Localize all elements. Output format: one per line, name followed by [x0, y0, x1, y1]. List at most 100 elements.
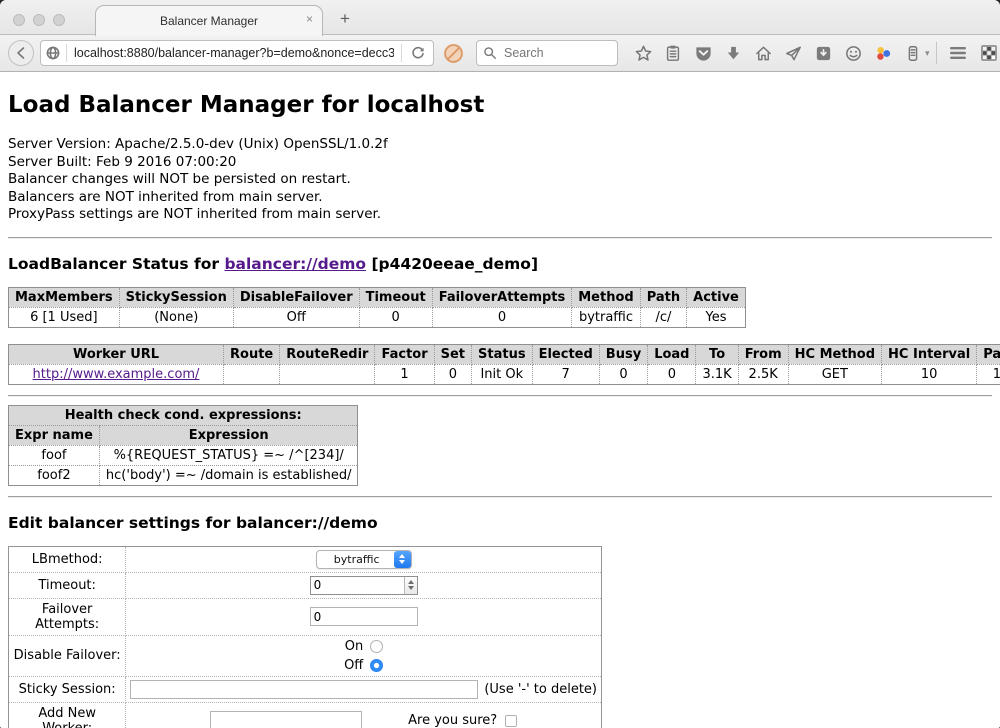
- sticky-session-label: Sticky Session:: [9, 676, 126, 702]
- save-to-device-button[interactable]: [808, 39, 838, 67]
- add-worker-label: Add New Worker:: [9, 702, 126, 728]
- container-extension-button[interactable]: [898, 39, 928, 67]
- edit-balancer-form: LBmethod: bytraffic Timeout:: [8, 546, 602, 728]
- downloads-button[interactable]: [718, 39, 748, 67]
- reading-list-button[interactable]: [658, 39, 688, 67]
- worker-url-link[interactable]: http://www.example.com/: [33, 367, 200, 382]
- table-cell: 0: [432, 307, 572, 327]
- column-header: Active: [687, 287, 746, 307]
- table-cell: 3.1K: [696, 364, 738, 384]
- form-row-disable-failover: Disable Failover: On Off: [9, 635, 602, 676]
- edit-balancer-heading: Edit balancer settings for balancer://de…: [8, 514, 992, 532]
- column-header: From: [738, 344, 788, 364]
- timeout-input[interactable]: [311, 577, 404, 594]
- column-header: RouteRedir: [280, 344, 375, 364]
- form-row-add-worker: Add New Worker: Are you sure?: [9, 702, 602, 728]
- minimize-window-button[interactable]: [33, 14, 45, 26]
- menu-button[interactable]: [942, 39, 974, 67]
- form-row-timeout: Timeout:: [9, 572, 602, 598]
- failover-attempts-input[interactable]: [310, 607, 418, 626]
- number-spinner-icon[interactable]: [404, 577, 417, 594]
- column-header: Passes: [977, 344, 1000, 364]
- column-header: Path: [640, 287, 686, 307]
- timeout-input-wrap: [310, 576, 418, 595]
- failover-attempts-label: Failover Attempts:: [9, 598, 126, 635]
- color-dots-extension-button[interactable]: [868, 39, 898, 67]
- loadbalancer-status-heading: LoadBalancer Status for balancer://demo …: [8, 255, 992, 273]
- table-cell: foof2: [9, 465, 100, 485]
- balancer-demo-link[interactable]: balancer://demo: [224, 255, 366, 273]
- table-cell: 7: [532, 364, 599, 384]
- column-header: HC Interval: [882, 344, 977, 364]
- table-cell: hc('body') =~ /domain is established/: [99, 465, 358, 485]
- clipboard-icon: [664, 44, 682, 62]
- tab-bar: Balancer Manager × +: [0, 0, 1000, 35]
- form-row-lbmethod: LBmethod: bytraffic: [9, 546, 602, 572]
- tab-title: Balancer Manager: [160, 14, 258, 28]
- column-header: Expr name: [9, 425, 100, 445]
- tab-close-icon[interactable]: ×: [306, 13, 313, 25]
- bookmark-star-button[interactable]: [628, 39, 658, 67]
- table-cell: 6 [1 Used]: [9, 307, 120, 327]
- grid-icon: [979, 43, 999, 63]
- search-bar[interactable]: [476, 40, 618, 66]
- table-cell: foof: [9, 445, 100, 465]
- back-button[interactable]: [8, 40, 34, 66]
- url-input[interactable]: [72, 45, 396, 61]
- globe-icon: [45, 45, 61, 61]
- divider: [8, 496, 992, 498]
- health-table-title: Health check cond. expressions:: [9, 405, 358, 425]
- health-check-table: Health check cond. expressions: Expr nam…: [8, 405, 358, 486]
- send-button[interactable]: [778, 39, 808, 67]
- url-bar[interactable]: [40, 40, 434, 66]
- window-controls: [13, 14, 65, 26]
- table-row: foof %{REQUEST_STATUS} =~ /^[234]/: [9, 445, 358, 465]
- smiley-icon: [844, 44, 863, 63]
- table-cell: 0: [648, 364, 696, 384]
- zoom-window-button[interactable]: [53, 14, 65, 26]
- close-window-button[interactable]: [13, 14, 25, 26]
- table-cell: 1 (0): [977, 364, 1000, 384]
- new-tab-button[interactable]: +: [334, 8, 356, 29]
- table-row: http://www.example.com/ 1 0 Init Ok 7 0 …: [9, 364, 1000, 384]
- are-you-sure-checkbox[interactable]: [505, 715, 517, 727]
- browser-window: Balancer Manager × +: [0, 0, 1000, 728]
- radio-off-label: Off: [344, 658, 363, 673]
- table-cell: 10: [882, 364, 977, 384]
- chevron-down-icon[interactable]: ▾: [925, 48, 930, 59]
- content-blocked-button[interactable]: [441, 41, 466, 66]
- column-header: DisableFailover: [233, 287, 359, 307]
- table-header-row: MaxMembers StickySession DisableFailover…: [9, 287, 746, 307]
- blocked-icon: [443, 43, 464, 64]
- table-cell: 1: [375, 364, 434, 384]
- are-you-sure-label: Are you sure?: [408, 713, 497, 728]
- column-header: Busy: [599, 344, 647, 364]
- grid-extension-button[interactable]: [974, 39, 1000, 67]
- chat-button[interactable]: [838, 39, 868, 67]
- tab-balancer-manager[interactable]: Balancer Manager ×: [95, 5, 323, 36]
- column-header: Factor: [375, 344, 434, 364]
- lbmethod-select[interactable]: bytraffic: [316, 550, 412, 569]
- reload-button[interactable]: [407, 42, 429, 64]
- table-header-row: Health check cond. expressions:: [9, 405, 358, 425]
- star-icon: [634, 44, 653, 63]
- column-header: Timeout: [359, 287, 432, 307]
- color-dots-icon: [874, 44, 893, 63]
- search-input[interactable]: [502, 45, 602, 61]
- sticky-session-input[interactable]: [130, 680, 478, 699]
- column-header: MaxMembers: [9, 287, 120, 307]
- add-worker-input[interactable]: [210, 711, 362, 728]
- radio-off[interactable]: [370, 659, 383, 672]
- pocket-button[interactable]: [688, 39, 718, 67]
- reload-icon: [410, 45, 426, 61]
- column-header: Load: [648, 344, 696, 364]
- table-row: foof2 hc('body') =~ /domain is establish…: [9, 465, 358, 485]
- column-header: FailoverAttempts: [432, 287, 572, 307]
- table-cell: /c/: [640, 307, 686, 327]
- page-content: Load Balancer Manager for localhost Serv…: [0, 72, 1000, 728]
- table-cell: [224, 364, 280, 384]
- home-button[interactable]: [748, 39, 778, 67]
- table-cell: GET: [788, 364, 881, 384]
- radio-on[interactable]: [370, 640, 383, 653]
- sticky-session-note: (Use '-' to delete): [478, 682, 597, 697]
